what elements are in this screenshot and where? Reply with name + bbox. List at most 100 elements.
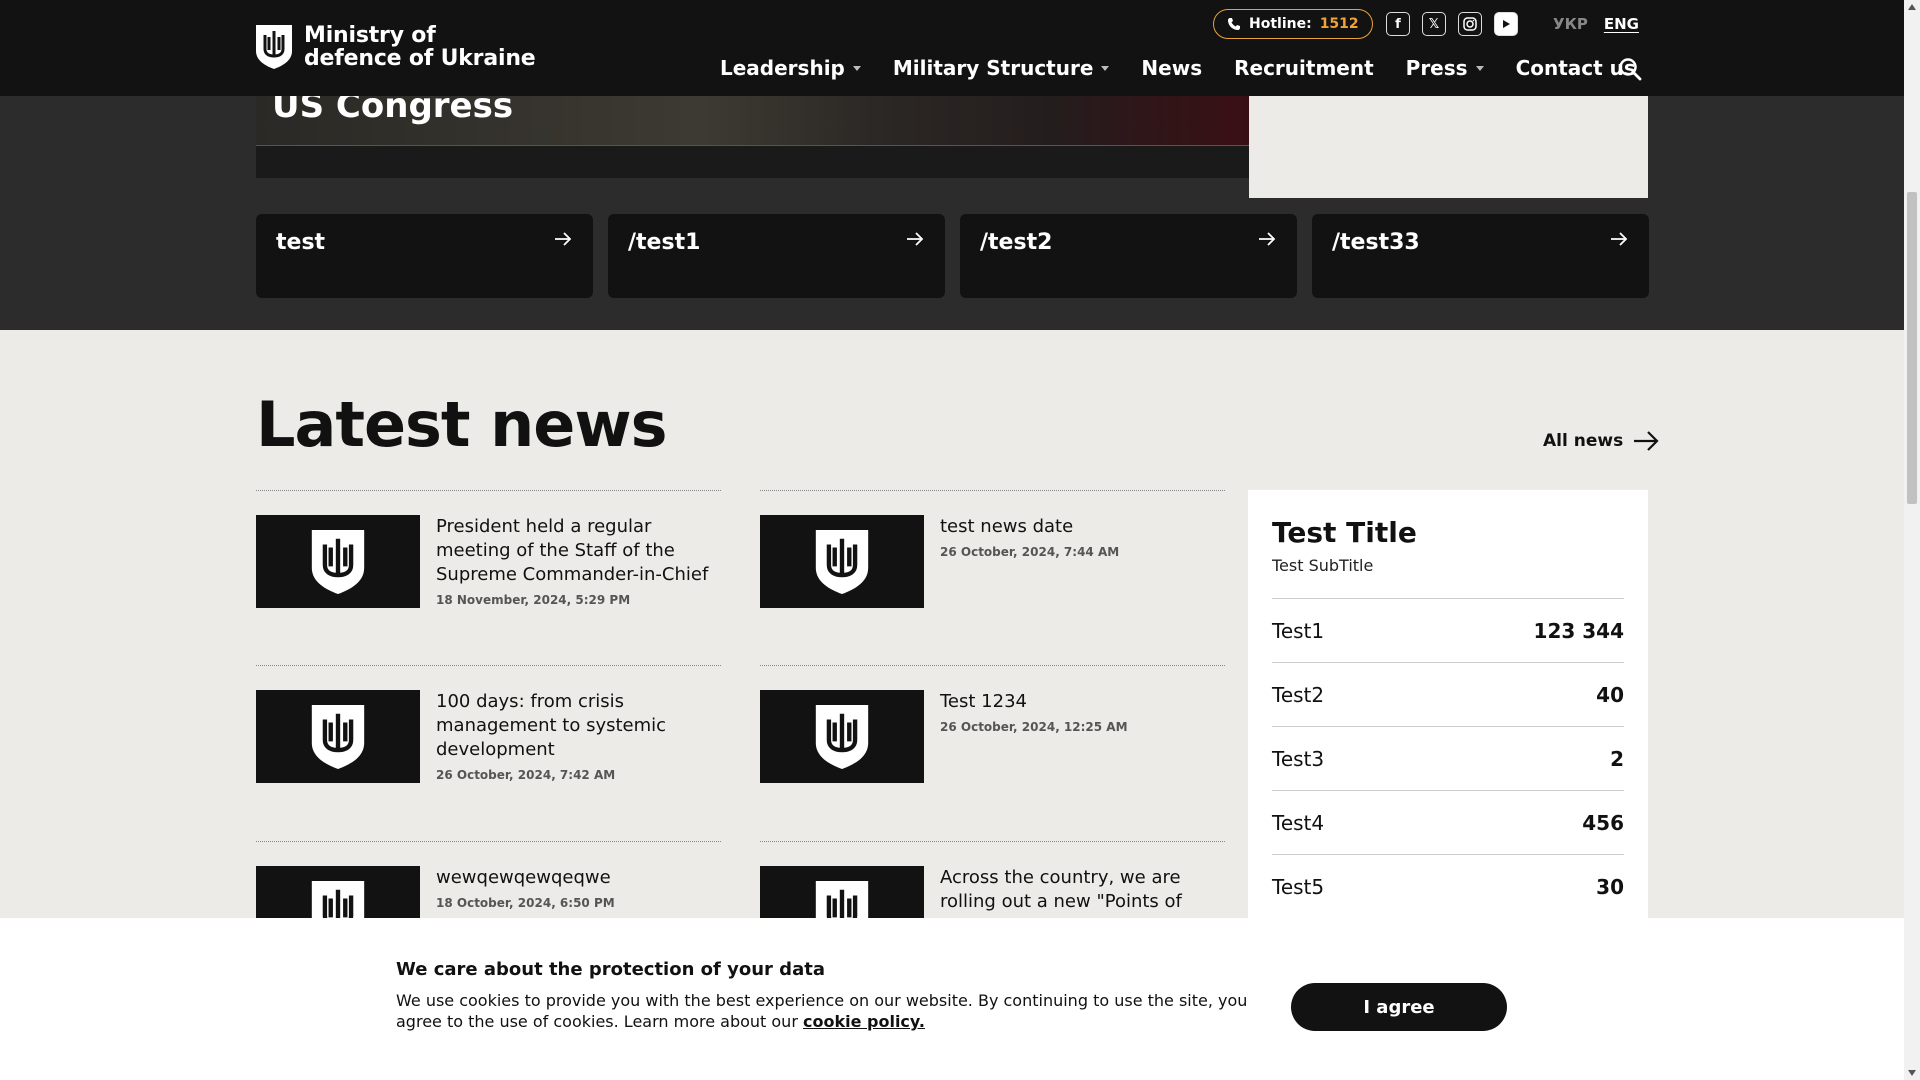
nav-news[interactable]: News xyxy=(1141,56,1202,80)
news-item[interactable]: Test 1234 26 October, 2024, 12:25 AM xyxy=(760,665,1225,841)
nav-news-label: News xyxy=(1141,56,1203,80)
news-thumbnail[interactable] xyxy=(256,690,420,783)
news-thumbnail[interactable] xyxy=(760,690,924,783)
lang-eng[interactable]: ENG xyxy=(1604,15,1639,33)
stats-title: Test Title xyxy=(1272,516,1417,549)
news-date: 18 October, 2024, 6:50 PM xyxy=(436,896,615,910)
news-thumbnail[interactable] xyxy=(760,515,924,608)
cookie-policy-link[interactable]: cookie policy. xyxy=(803,1012,925,1031)
quick-link-card[interactable]: /test2 xyxy=(960,214,1297,298)
trident-shield-icon xyxy=(311,529,365,594)
news-title[interactable]: Across the country, we are rolling out a… xyxy=(940,866,1225,914)
stat-row: Test5 30 xyxy=(1272,854,1624,918)
trident-shield-icon xyxy=(815,704,869,769)
stat-row: Test4 456 xyxy=(1272,790,1624,854)
all-news-label: All news xyxy=(1543,431,1624,451)
logo-line-2: defence of Ukraine xyxy=(304,46,536,71)
nav-press-label: Press xyxy=(1405,56,1468,80)
stat-label: Test2 xyxy=(1272,682,1325,707)
stats-list: Test1 123 344 Test2 40 Test3 2 Test4 456… xyxy=(1272,598,1624,918)
cookie-title: We care about the protection of your dat… xyxy=(396,959,825,980)
hero-caption-strip xyxy=(256,145,1249,178)
page-scrollbar[interactable] xyxy=(1904,0,1920,1080)
social-links: f 𝕏 xyxy=(1386,12,1518,36)
nav-leadership[interactable]: Leadership xyxy=(720,56,861,80)
quick-link-card[interactable]: /test1 xyxy=(608,214,945,298)
agree-button[interactable]: I agree xyxy=(1291,983,1507,1031)
stat-label: Test1 xyxy=(1272,618,1325,643)
news-title[interactable]: 100 days: from crisis management to syst… xyxy=(436,690,721,762)
stat-value: 2 xyxy=(1610,746,1624,771)
trident-shield-icon xyxy=(256,25,292,69)
news-title[interactable]: test news date xyxy=(940,515,1225,539)
nav-military-structure[interactable]: Military Structure xyxy=(893,56,1110,80)
stat-label: Test5 xyxy=(1272,874,1325,899)
trident-shield-icon xyxy=(815,529,869,594)
news-title[interactable]: wewqewqewqeqwe xyxy=(436,866,721,890)
x-twitter-icon[interactable]: 𝕏 xyxy=(1422,12,1446,36)
news-item[interactable]: 100 days: from crisis management to syst… xyxy=(256,665,721,841)
quick-link-label: /test33 xyxy=(1332,230,1420,255)
nav-recruitment[interactable]: Recruitment xyxy=(1234,56,1374,80)
language-switcher: УКР ENG xyxy=(1553,15,1639,33)
news-item[interactable]: President held a regular meeting of the … xyxy=(256,490,721,666)
chevron-down-icon xyxy=(1475,65,1484,71)
chevron-down-icon xyxy=(852,65,861,71)
arrow-right-icon xyxy=(1259,232,1276,246)
logo-line-1: Ministry of xyxy=(304,23,436,48)
news-title[interactable]: Test 1234 xyxy=(940,690,1225,714)
stat-label: Test4 xyxy=(1272,810,1325,835)
hero-image[interactable]: US Congress xyxy=(256,86,1249,145)
trident-shield-icon xyxy=(311,704,365,769)
site-header: Ministry of defence of Ukraine Hotline: … xyxy=(0,0,1904,96)
stat-value: 30 xyxy=(1596,874,1624,899)
quick-link-label: /test1 xyxy=(628,230,701,255)
quick-link-card[interactable]: /test33 xyxy=(1312,214,1649,298)
arrow-right-icon xyxy=(555,232,572,246)
hero-section: US Congress test /test1 /test2 /test33 xyxy=(0,86,1904,330)
news-title[interactable]: President held a regular meeting of the … xyxy=(436,515,721,587)
quick-link-label: /test2 xyxy=(980,230,1053,255)
news-date: 26 October, 2024, 7:42 AM xyxy=(436,768,616,782)
hotline-number: 1512 xyxy=(1319,16,1359,32)
nav-recruitment-label: Recruitment xyxy=(1234,56,1374,80)
news-date: 26 October, 2024, 7:44 AM xyxy=(940,545,1120,559)
stat-value: 456 xyxy=(1582,810,1624,835)
news-date: 18 November, 2024, 5:29 PM xyxy=(436,593,631,607)
stat-row: Test2 40 xyxy=(1272,662,1624,726)
nav-military-structure-label: Military Structure xyxy=(892,56,1094,80)
news-date: 26 October, 2024, 12:25 AM xyxy=(940,720,1128,734)
search-icon[interactable] xyxy=(1617,56,1643,82)
stats-panel: Test Title Test SubTitle Test1 123 344 T… xyxy=(1248,490,1648,960)
instagram-icon[interactable] xyxy=(1458,12,1482,36)
stat-row: Test1 123 344 xyxy=(1272,598,1624,662)
phone-icon xyxy=(1228,18,1240,30)
main-nav: Leadership Military Structure News Recru… xyxy=(720,56,1636,80)
stat-value: 40 xyxy=(1596,682,1624,707)
stat-row: Test3 2 xyxy=(1272,726,1624,790)
scroll-down-icon[interactable] xyxy=(1908,1070,1916,1076)
hotline-button[interactable]: Hotline: 1512 xyxy=(1213,9,1373,39)
scroll-up-icon[interactable] xyxy=(1908,4,1916,10)
cookie-text: We use cookies to provide you with the b… xyxy=(396,990,1266,1032)
stat-value: 123 344 xyxy=(1533,618,1624,643)
stat-label: Test3 xyxy=(1272,746,1325,771)
arrow-right-icon xyxy=(1634,431,1659,451)
nav-press[interactable]: Press xyxy=(1406,56,1484,80)
chevron-down-icon xyxy=(1101,65,1110,71)
stats-subtitle: Test SubTitle xyxy=(1272,556,1374,575)
cookie-banner: We care about the protection of your dat… xyxy=(0,918,1904,1080)
news-thumbnail[interactable] xyxy=(256,515,420,608)
scrollbar-thumb[interactable] xyxy=(1907,192,1917,504)
arrow-right-icon xyxy=(1611,232,1628,246)
lang-ukr[interactable]: УКР xyxy=(1553,15,1588,33)
youtube-icon[interactable] xyxy=(1494,12,1518,36)
facebook-icon[interactable]: f xyxy=(1386,12,1410,36)
quick-link-label: test xyxy=(276,230,326,255)
quick-link-card[interactable]: test xyxy=(256,214,593,298)
site-logo[interactable]: Ministry of defence of Ukraine xyxy=(256,24,536,70)
hotline-label: Hotline: xyxy=(1249,16,1312,32)
all-news-link[interactable]: All news xyxy=(1543,430,1659,452)
news-item[interactable]: test news date 26 October, 2024, 7:44 AM xyxy=(760,490,1225,666)
hero-side-panel xyxy=(1249,96,1648,198)
